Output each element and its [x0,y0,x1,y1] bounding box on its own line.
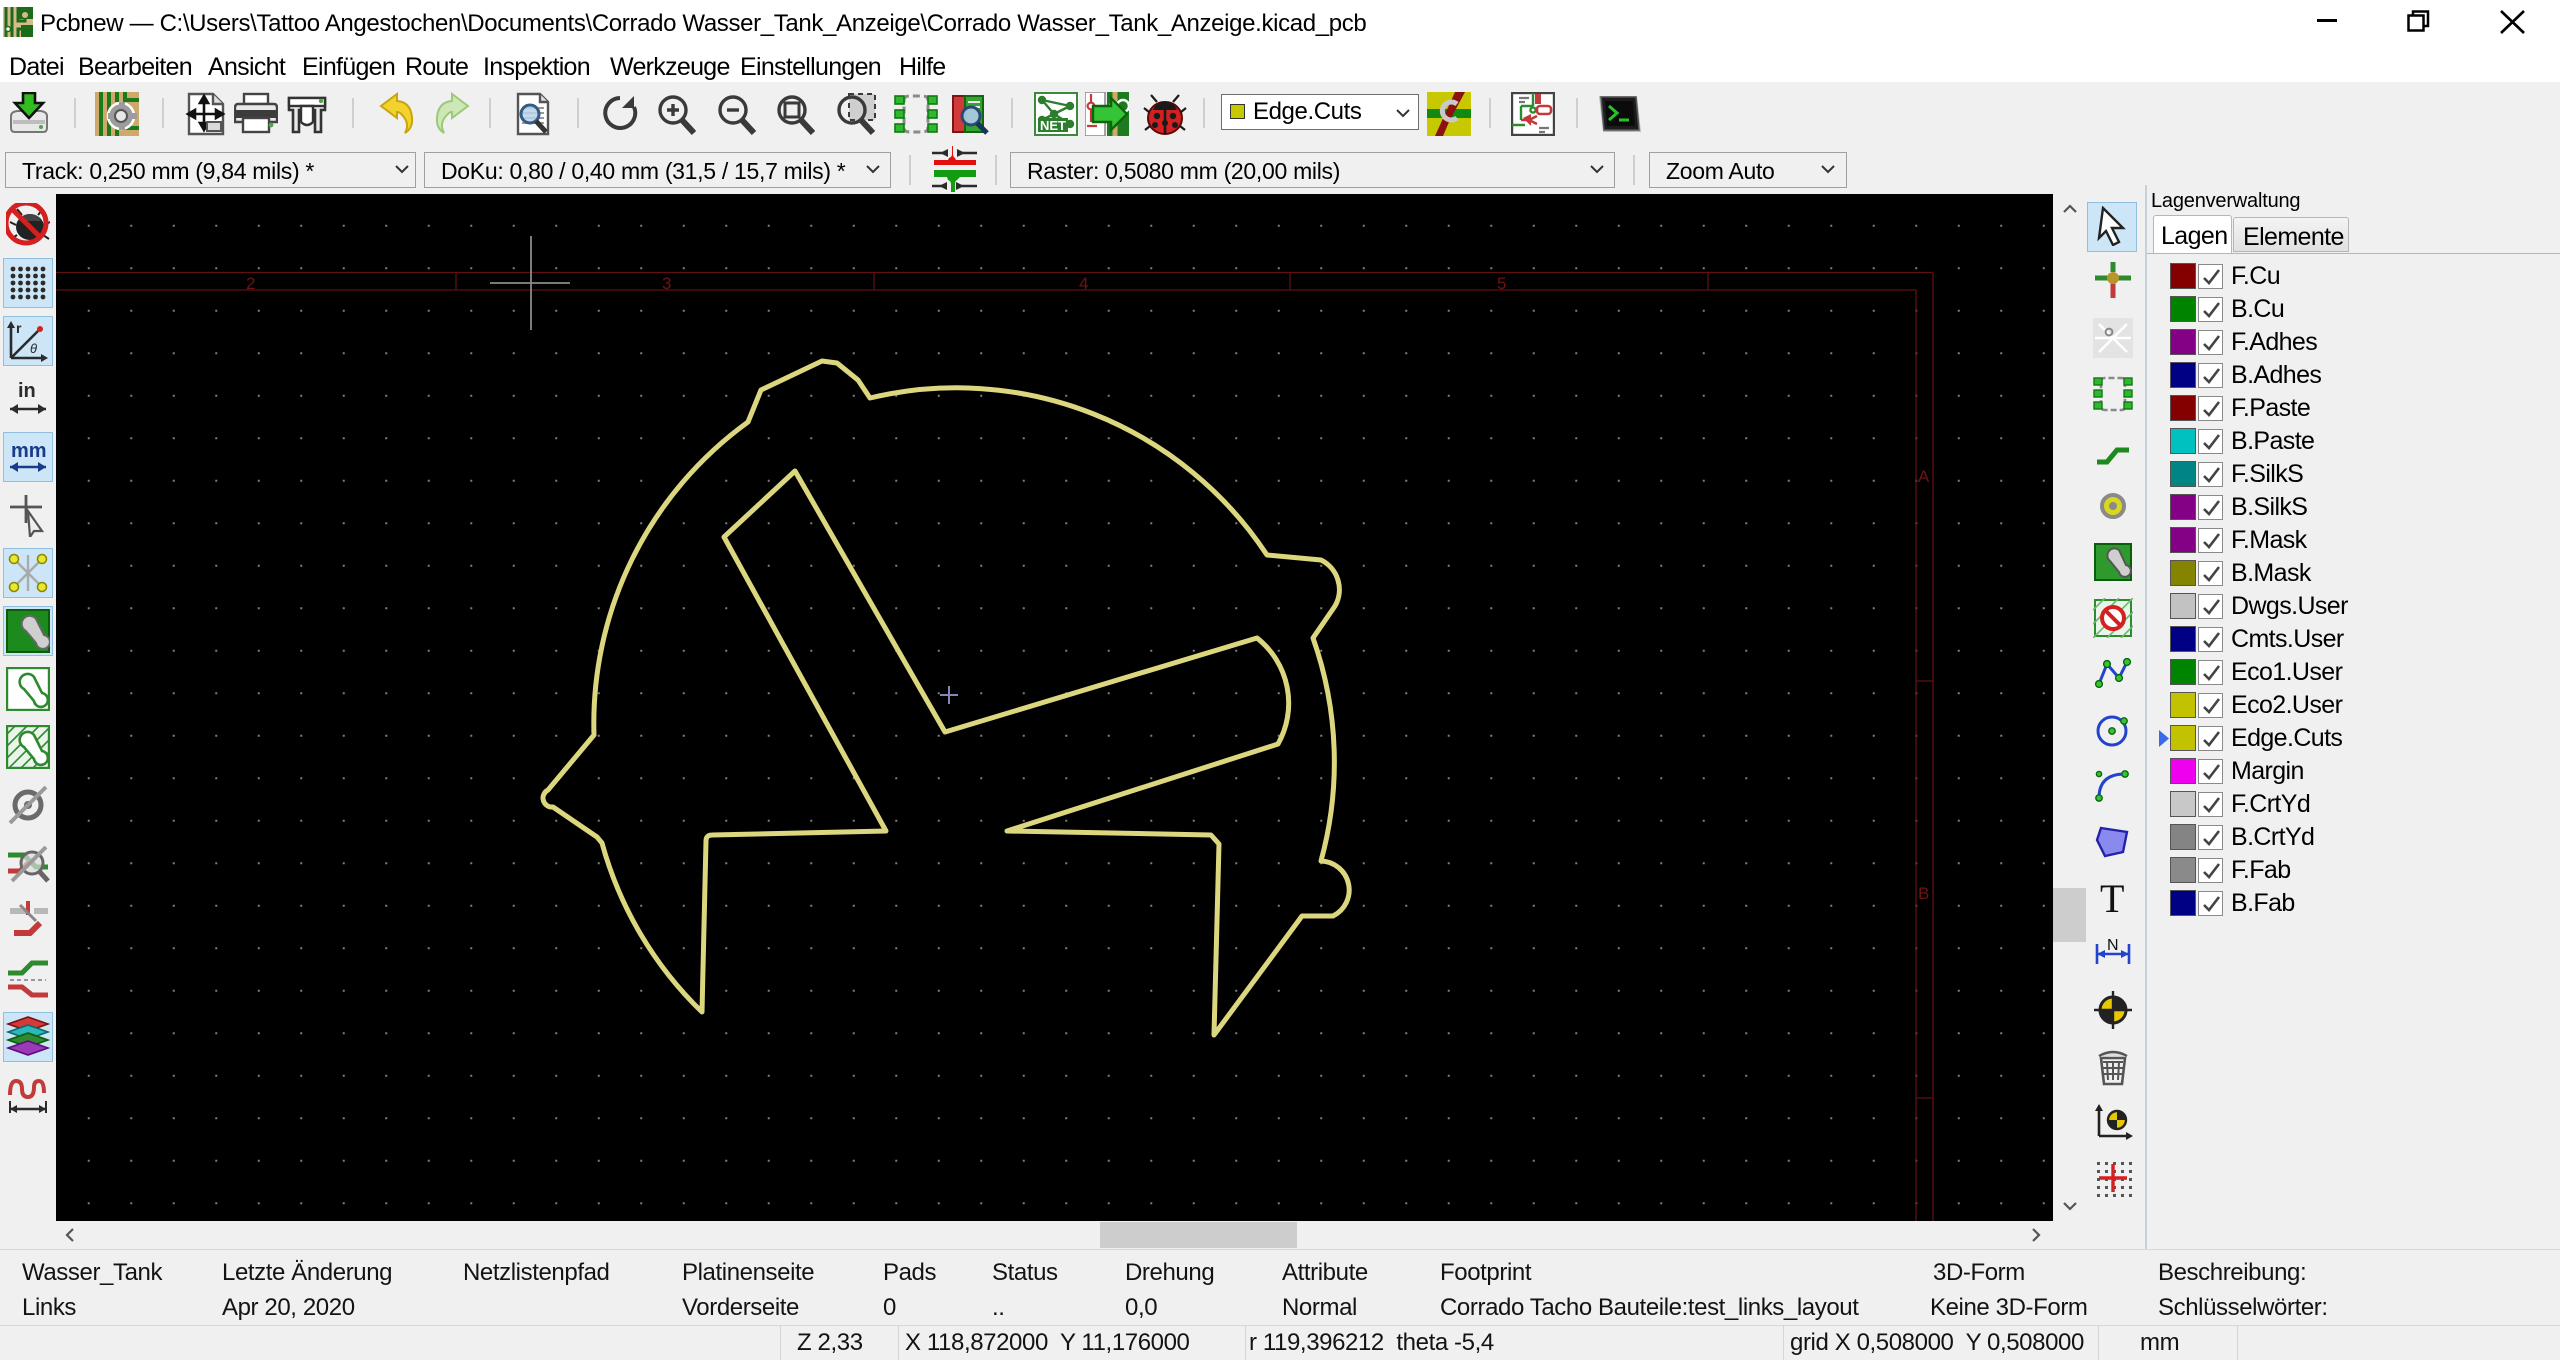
svg-text:4: 4 [1079,274,1088,293]
svg-text:5: 5 [1497,274,1506,293]
svg-text:NET: NET [1040,118,1066,133]
svg-text:θ: θ [30,341,37,356]
svg-text:2: 2 [246,274,255,293]
svg-text:r: r [16,320,22,336]
svg-text:mm: mm [11,440,47,462]
svg-text:B: B [1918,884,1929,903]
svg-text:3: 3 [662,274,671,293]
svg-text:A: A [1918,467,1930,486]
svg-text:T: T [2100,878,2124,918]
svg-text:in: in [18,380,36,402]
svg-text:N: N [2107,937,2119,954]
